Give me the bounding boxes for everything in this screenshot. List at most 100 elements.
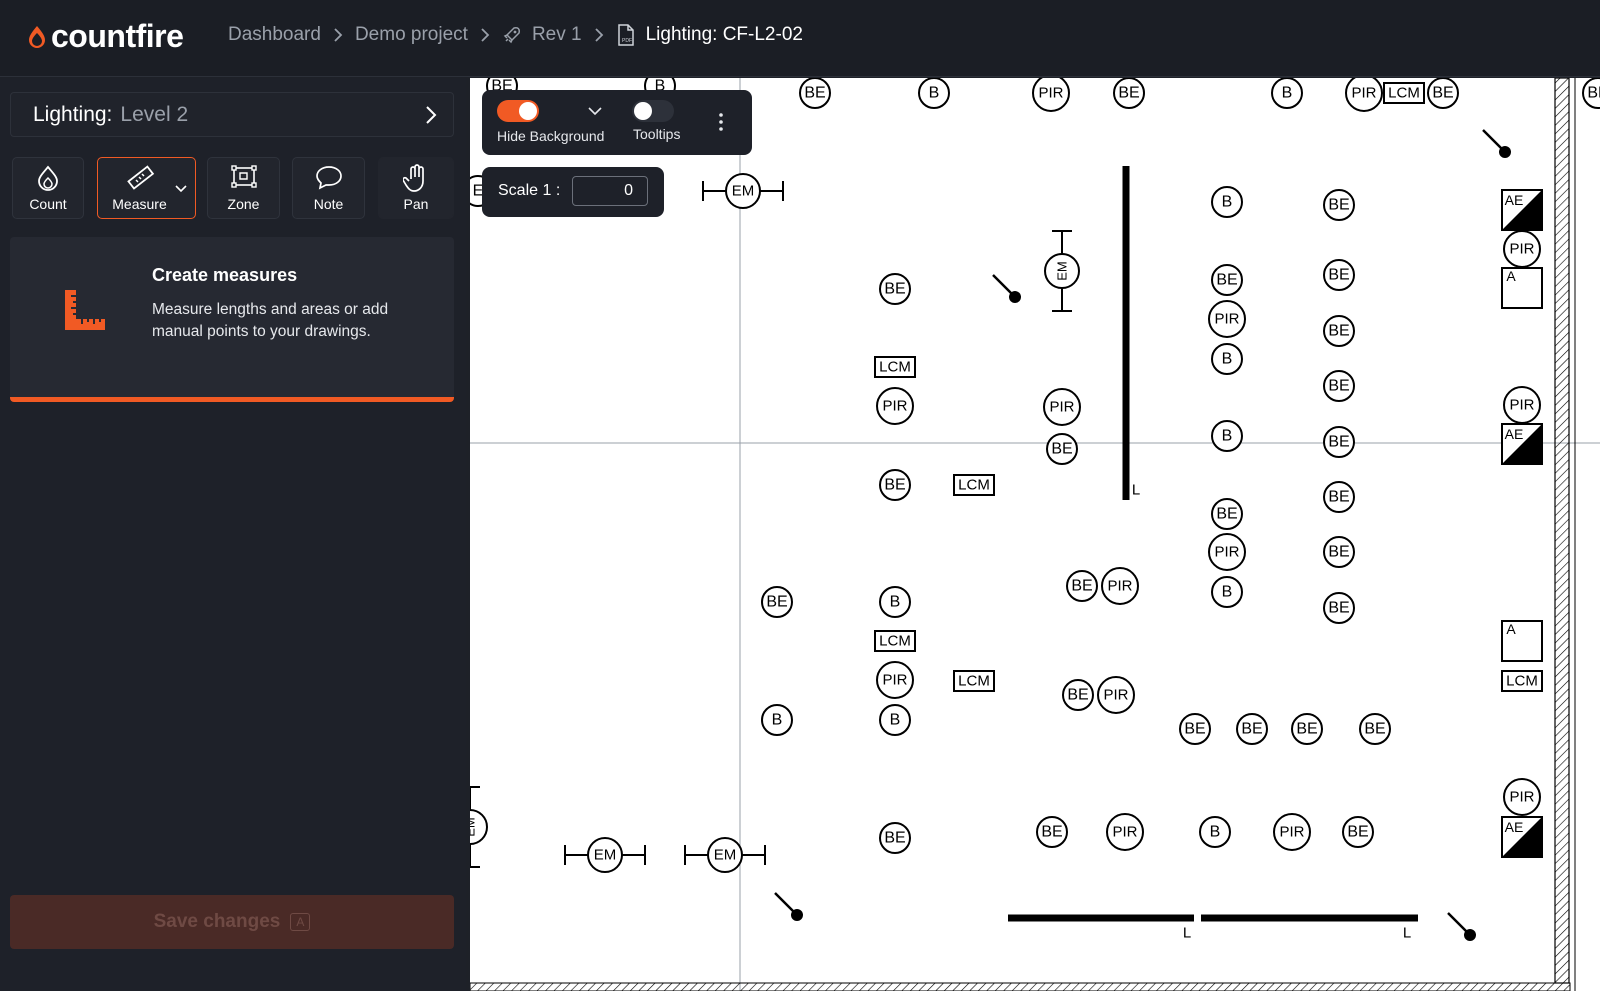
fixture-b[interactable]: B	[1211, 420, 1243, 452]
breadcrumb-drawing[interactable]: Lighting: CF-L2-02	[646, 24, 803, 46]
fixture-em[interactable]: EM	[470, 786, 488, 868]
fixture-lcm[interactable]: LCM	[874, 356, 916, 378]
svg-text:PIR: PIR	[882, 398, 907, 415]
fixture-pir[interactable]: PIR	[1503, 386, 1541, 424]
fixture-pir[interactable]: PIR	[1208, 300, 1246, 338]
fixture-be[interactable]: BE	[1036, 816, 1068, 848]
fixture-be[interactable]: BE	[1323, 536, 1355, 568]
fixture-be[interactable]: BE	[1427, 78, 1459, 109]
linear-luminaire[interactable]: L	[1008, 914, 1194, 942]
fixture-b[interactable]: B	[879, 586, 911, 618]
switch-symbol[interactable]	[774, 892, 803, 921]
fixture-be[interactable]: BE	[1323, 370, 1355, 402]
fixture-em[interactable]: EM	[684, 837, 766, 873]
tooltips-toggle[interactable]	[632, 100, 674, 122]
fixture-pir[interactable]: PIR	[1503, 778, 1541, 816]
tool-count-button[interactable]: Count	[12, 157, 84, 219]
fixture-be[interactable]: BE	[1582, 78, 1600, 109]
fixture-lcm[interactable]: LCM	[1383, 82, 1425, 104]
tool-note-button[interactable]: Note	[292, 157, 365, 219]
tool-measure-button[interactable]: Measure	[97, 157, 196, 219]
fixture-lcm[interactable]: LCM	[953, 670, 995, 692]
svg-text:B: B	[1282, 85, 1293, 102]
fixture-pir[interactable]: PIR	[1043, 388, 1081, 426]
fixture-b[interactable]: B	[1199, 816, 1231, 848]
chevron-down-icon[interactable]	[175, 180, 187, 196]
linear-luminaire[interactable]: L	[1122, 166, 1140, 500]
fixture-be[interactable]: BE	[799, 78, 831, 109]
switch-symbol[interactable]	[1482, 129, 1511, 158]
fixture-a[interactable]: A	[1501, 267, 1543, 309]
fixture-lcm[interactable]: LCM	[874, 630, 916, 652]
fixture-b[interactable]: B	[1211, 186, 1243, 218]
countfire-logo[interactable]: countfire	[26, 18, 184, 55]
fixture-be[interactable]: BE	[1179, 713, 1211, 745]
fixture-pir[interactable]: PIR	[1503, 230, 1541, 268]
fixture-be[interactable]: BE	[1323, 259, 1355, 291]
hide-background-toggle[interactable]	[497, 100, 539, 122]
fixture-ae[interactable]: AE	[1501, 423, 1543, 465]
tool-pan-button[interactable]: Pan	[378, 157, 454, 219]
fixture-be[interactable]: BE	[1211, 498, 1243, 530]
fixture-em[interactable]: EM	[1044, 230, 1080, 312]
fixture-be[interactable]: BE	[1062, 679, 1094, 711]
info-title: Create measures	[152, 265, 298, 285]
fixture-lcm[interactable]: LCM	[953, 474, 995, 496]
fixture-b[interactable]: B	[1211, 343, 1243, 375]
fixture-b[interactable]: B	[1271, 78, 1303, 109]
svg-text:EM: EM	[732, 183, 755, 200]
fixture-pir[interactable]: PIR	[1345, 78, 1383, 112]
more-options-icon[interactable]	[718, 112, 724, 135]
breadcrumb-revision[interactable]: Rev 1	[532, 24, 582, 46]
fixture-be[interactable]: BE	[1113, 78, 1145, 109]
fixture-be[interactable]: BE	[1236, 713, 1268, 745]
fixture-pir[interactable]: PIR	[876, 387, 914, 425]
fixture-lcm[interactable]: LCM	[1501, 670, 1543, 692]
fixture-be[interactable]: BE	[1323, 592, 1355, 624]
measure-info-card: Create measures Measure lengths and area…	[10, 237, 454, 402]
fixture-be[interactable]: BE	[1323, 481, 1355, 513]
fixture-be[interactable]: BE	[1066, 570, 1098, 602]
fixture-a[interactable]: A	[1501, 620, 1543, 662]
fixture-pir[interactable]: PIR	[1106, 813, 1144, 851]
fixture-b[interactable]: B	[879, 704, 911, 736]
breadcrumb-project[interactable]: Demo project	[355, 24, 468, 46]
fixture-be[interactable]: BE	[1291, 713, 1323, 745]
fixture-be[interactable]: BE	[1211, 264, 1243, 296]
tool-measure-label: Measure	[112, 196, 167, 212]
fixture-be[interactable]: BE	[879, 273, 911, 305]
fixture-pir[interactable]: PIR	[1273, 813, 1311, 851]
save-changes-button[interactable]: Save changes A	[10, 895, 454, 949]
fixture-be[interactable]: BE	[1046, 433, 1078, 465]
fixture-pir[interactable]: PIR	[876, 661, 914, 699]
svg-text:AE: AE	[1505, 426, 1524, 442]
fixture-pir[interactable]: PIR	[1032, 78, 1070, 112]
chevron-down-icon[interactable]	[588, 103, 602, 119]
fixture-em[interactable]: EM	[564, 837, 646, 873]
fixture-pir[interactable]: PIR	[1097, 676, 1135, 714]
fixture-be[interactable]: BE	[1359, 713, 1391, 745]
fixture-b[interactable]: B	[761, 704, 793, 736]
tool-zone-button[interactable]: Zone	[207, 157, 280, 219]
fixture-pir[interactable]: PIR	[1101, 567, 1139, 605]
pdf-file-icon: PDF	[616, 24, 636, 46]
fixture-be[interactable]: BE	[1342, 816, 1374, 848]
fixture-b[interactable]: B	[1211, 576, 1243, 608]
fixture-be[interactable]: BE	[1323, 315, 1355, 347]
linear-luminaire[interactable]: L	[1201, 914, 1418, 942]
breadcrumb-dashboard[interactable]: Dashboard	[228, 24, 321, 46]
level-selector[interactable]: Lighting: Level 2	[10, 92, 454, 137]
fixture-be[interactable]: BE	[1323, 189, 1355, 221]
fixture-ae[interactable]: AE	[1501, 816, 1543, 858]
switch-symbol[interactable]	[1447, 912, 1476, 941]
fixture-em[interactable]: EM	[702, 173, 784, 209]
fixture-be[interactable]: BE	[1323, 426, 1355, 458]
fixture-pir[interactable]: PIR	[1208, 533, 1246, 571]
fixture-b[interactable]: B	[918, 78, 950, 109]
fixture-ae[interactable]: AE	[1501, 189, 1543, 231]
fixture-be[interactable]: BE	[879, 822, 911, 854]
fixture-be[interactable]: BE	[761, 586, 793, 618]
scale-input[interactable]	[572, 176, 648, 206]
switch-symbol[interactable]	[992, 274, 1021, 303]
fixture-be[interactable]: BE	[879, 469, 911, 501]
